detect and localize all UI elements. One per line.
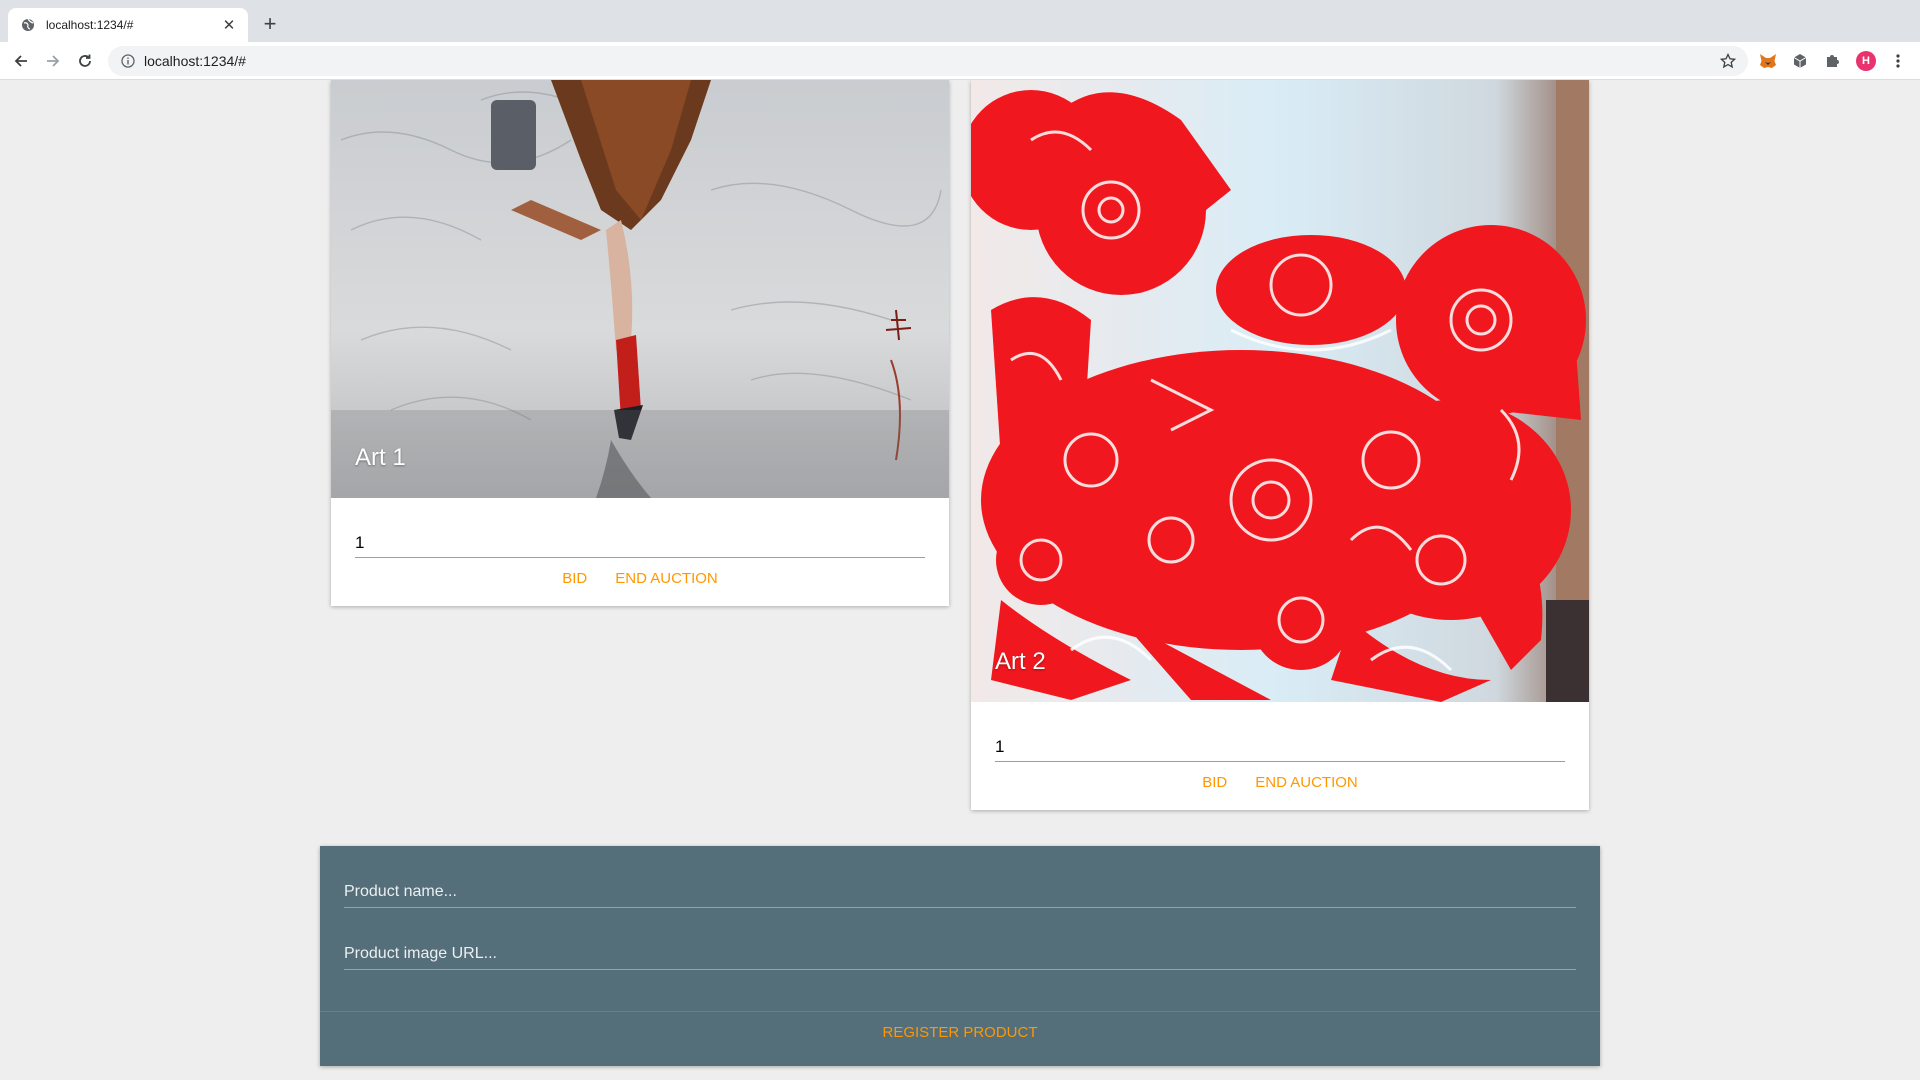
form-divider [320, 1011, 1600, 1012]
product-image: Art 2 [971, 80, 1589, 702]
bid-amount-input[interactable] [355, 528, 925, 558]
product-caption: Art 2 [995, 648, 1046, 675]
address-bar[interactable]: localhost:1234/# [108, 46, 1748, 76]
reload-icon[interactable] [73, 49, 97, 73]
bid-section [331, 498, 949, 558]
product-image-url-input[interactable] [344, 938, 1576, 970]
product-image: Art 1 [331, 80, 949, 498]
plus-icon[interactable]: + [258, 11, 282, 36]
product-caption: Art 1 [355, 444, 406, 471]
bid-button[interactable]: BID [1202, 772, 1227, 794]
profile-avatar: H [1856, 51, 1876, 71]
art-2-papercut [971, 80, 1589, 702]
bid-section [971, 702, 1589, 762]
close-icon[interactable]: ✕ [220, 16, 238, 34]
metamask-fox-icon[interactable] [1758, 51, 1778, 71]
tab-strip: localhost:1234/# ✕ + [0, 0, 1920, 42]
register-product-form: REGISTER PRODUCT [320, 846, 1600, 1066]
register-product-button[interactable]: REGISTER PRODUCT [320, 1024, 1600, 1041]
info-icon[interactable] [120, 53, 136, 69]
card-actions: BID END AUCTION [971, 762, 1589, 810]
kebab-menu-icon[interactable] [1888, 51, 1908, 71]
product-card: Art 2 BID END AUCTION [971, 80, 1589, 810]
bid-button[interactable]: BID [562, 568, 587, 590]
product-card: Art 1 BID END AUCTION [331, 80, 949, 606]
browser-tab[interactable]: localhost:1234/# ✕ [8, 8, 248, 42]
bid-amount-input[interactable] [995, 732, 1565, 762]
product-name-input[interactable] [344, 876, 1576, 908]
end-auction-button[interactable]: END AUCTION [615, 568, 718, 590]
globe-icon [20, 17, 36, 33]
art-1-painting [331, 80, 949, 498]
address-url: localhost:1234/# [144, 53, 246, 69]
tab-title: localhost:1234/# [46, 18, 134, 32]
browser-toolbar: localhost:1234/# H [0, 42, 1920, 80]
card-actions: BID END AUCTION [331, 558, 949, 606]
puzzle-icon[interactable] [1822, 51, 1842, 71]
page-viewport: Art 1 BID END AUCTION [0, 80, 1920, 1080]
cube-icon[interactable] [1790, 51, 1810, 71]
end-auction-button[interactable]: END AUCTION [1255, 772, 1358, 794]
forward-icon[interactable] [41, 49, 65, 73]
star-icon[interactable] [1718, 51, 1738, 71]
avatar[interactable]: H [1856, 51, 1876, 71]
back-icon[interactable] [9, 49, 33, 73]
